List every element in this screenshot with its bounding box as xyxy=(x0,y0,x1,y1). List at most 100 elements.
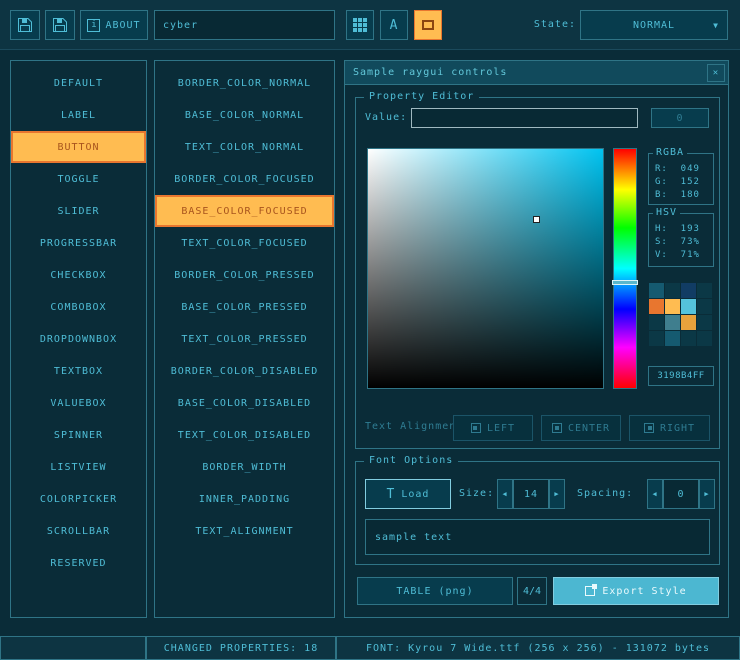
align-right-icon xyxy=(644,423,654,433)
value-zero-button[interactable]: 0 xyxy=(651,108,709,128)
controls-list-item[interactable]: TOGGLE xyxy=(11,163,146,195)
page-indicator: 4/4 xyxy=(517,577,547,605)
floppy-icon xyxy=(17,17,33,33)
export-icon xyxy=(585,586,595,596)
controls-list-item[interactable]: TEXTBOX xyxy=(11,355,146,387)
palette-swatch[interactable] xyxy=(649,331,664,346)
properties-list-item[interactable]: TEXT_COLOR_PRESSED xyxy=(155,323,334,355)
sample-controls-window: Sample raygui controls ✕ Property Editor… xyxy=(344,60,729,618)
properties-list-item[interactable]: BASE_COLOR_NORMAL xyxy=(155,99,334,131)
palette-swatch[interactable] xyxy=(681,315,696,330)
controls-list: DEFAULTLABELBUTTONTOGGLESLIDERPROGRESSBA… xyxy=(10,60,147,618)
properties-list-item[interactable]: TEXT_COLOR_NORMAL xyxy=(155,131,334,163)
spacing-value[interactable]: 0 xyxy=(663,479,699,509)
controls-list-item[interactable]: RESERVED xyxy=(11,547,146,579)
font-options-group-label: Font Options xyxy=(364,455,458,466)
controls-list-item[interactable]: BUTTON xyxy=(11,131,146,163)
properties-list-item[interactable]: TEXT_COLOR_FOCUSED xyxy=(155,227,334,259)
properties-list-item[interactable]: BORDER_WIDTH xyxy=(155,451,334,483)
hsv-h-value: H: 193 xyxy=(655,223,713,236)
palette-swatch[interactable] xyxy=(697,331,712,346)
about-button[interactable]: i ABOUT xyxy=(80,10,148,40)
properties-list-item[interactable]: BASE_COLOR_PRESSED xyxy=(155,291,334,323)
style-name-input[interactable] xyxy=(154,10,335,40)
properties-list-item[interactable]: BORDER_COLOR_DISABLED xyxy=(155,355,334,387)
properties-list-item[interactable]: BASE_COLOR_DISABLED xyxy=(155,387,334,419)
color-picker-panel[interactable] xyxy=(367,148,604,389)
controls-list-item[interactable]: LISTVIEW xyxy=(11,451,146,483)
align-center-button[interactable]: CENTER xyxy=(541,415,621,441)
properties-list-item[interactable]: BORDER_COLOR_NORMAL xyxy=(155,67,334,99)
palette-swatch[interactable] xyxy=(649,283,664,298)
controls-list-item[interactable]: COMBOBOX xyxy=(11,291,146,323)
controls-list-item[interactable]: COLORPICKER xyxy=(11,483,146,515)
size-value[interactable]: 14 xyxy=(513,479,549,509)
palette-swatch[interactable] xyxy=(649,299,664,314)
palette-swatch[interactable] xyxy=(665,331,680,346)
palette-swatch[interactable] xyxy=(697,299,712,314)
controls-list-item[interactable]: DROPDOWNBOX xyxy=(11,323,146,355)
info-icon: i xyxy=(87,19,100,32)
palette-swatch[interactable] xyxy=(665,299,680,314)
rgba-g-value: G: 152 xyxy=(655,176,713,189)
size-increment-button[interactable]: ▶ xyxy=(549,479,565,509)
properties-list-item[interactable]: BORDER_COLOR_FOCUSED xyxy=(155,163,334,195)
controls-list-item[interactable]: SCROLLBAR xyxy=(11,515,146,547)
palette-swatch[interactable] xyxy=(697,283,712,298)
font-load-button[interactable]: T Load xyxy=(365,479,451,509)
save-style-button[interactable] xyxy=(45,10,75,40)
arrow-left-icon: ◀ xyxy=(652,490,657,498)
palette-swatch[interactable] xyxy=(681,283,696,298)
palette-swatch[interactable] xyxy=(665,315,680,330)
state-dropdown[interactable]: NORMAL ▼ xyxy=(580,10,728,40)
controls-list-item[interactable]: CHECKBOX xyxy=(11,259,146,291)
controls-list-item[interactable]: VALUEBOX xyxy=(11,387,146,419)
value-label: Value: xyxy=(365,108,407,128)
property-editor-group-label: Property Editor xyxy=(364,91,479,102)
size-decrement-button[interactable]: ◀ xyxy=(497,479,513,509)
properties-list-item[interactable]: BASE_COLOR_FOCUSED xyxy=(155,195,334,227)
palette-swatch[interactable] xyxy=(681,299,696,314)
hue-slider[interactable] xyxy=(612,280,638,285)
controls-list-item[interactable]: SLIDER xyxy=(11,195,146,227)
value-input[interactable] xyxy=(411,108,638,128)
palette-swatch[interactable] xyxy=(665,283,680,298)
controls-list-item[interactable]: SPINNER xyxy=(11,419,146,451)
hsv-s-value: S: 73% xyxy=(655,236,713,249)
export-style-button[interactable]: Export Style xyxy=(553,577,719,605)
color-picker-cursor[interactable] xyxy=(533,216,540,223)
palette-swatch[interactable] xyxy=(681,331,696,346)
controls-view-button-active[interactable] xyxy=(414,10,442,40)
hsv-box: HSV H: 193 S: 73% V: 71% xyxy=(648,213,714,267)
palette-swatch[interactable] xyxy=(649,315,664,330)
font-load-label: Load xyxy=(401,489,429,500)
style-table-view-button[interactable] xyxy=(346,10,374,40)
sample-text-box[interactable]: sample text xyxy=(365,519,710,555)
export-style-label: Export Style xyxy=(602,586,686,597)
page-indicator-text: 4/4 xyxy=(523,586,541,597)
align-left-button[interactable]: LEFT xyxy=(453,415,533,441)
toolbar: i ABOUT A State: NORMAL ▼ xyxy=(0,0,740,50)
controls-list-item[interactable]: PROGRESSBAR xyxy=(11,227,146,259)
rgba-label: RGBA xyxy=(653,147,687,158)
controls-list-item[interactable]: LABEL xyxy=(11,99,146,131)
properties-list-item[interactable]: TEXT_COLOR_DISABLED xyxy=(155,419,334,451)
spacing-decrement-button[interactable]: ◀ xyxy=(647,479,663,509)
window-titlebar[interactable]: Sample raygui controls xyxy=(345,61,728,85)
properties-list-item[interactable]: INNER_PADDING xyxy=(155,483,334,515)
load-style-button[interactable] xyxy=(10,10,40,40)
spacing-increment-button[interactable]: ▶ xyxy=(699,479,715,509)
statusbar-empty-cell xyxy=(0,636,146,660)
hex-color-box[interactable]: 3198B4FF xyxy=(648,366,714,386)
align-right-button[interactable]: RIGHT xyxy=(629,415,710,441)
close-button[interactable]: ✕ xyxy=(707,64,725,82)
value-zero-label: 0 xyxy=(676,113,683,124)
table-png-button[interactable]: TABLE (png) xyxy=(357,577,513,605)
font-atlas-view-button[interactable]: A xyxy=(380,10,408,40)
controls-list-item[interactable]: DEFAULT xyxy=(11,67,146,99)
properties-list-item[interactable]: BORDER_COLOR_PRESSED xyxy=(155,259,334,291)
palette-swatch[interactable] xyxy=(697,315,712,330)
hue-bar[interactable] xyxy=(613,148,637,389)
properties-list-item[interactable]: TEXT_ALIGNMENT xyxy=(155,515,334,547)
rgba-r-value: R: 049 xyxy=(655,163,713,176)
